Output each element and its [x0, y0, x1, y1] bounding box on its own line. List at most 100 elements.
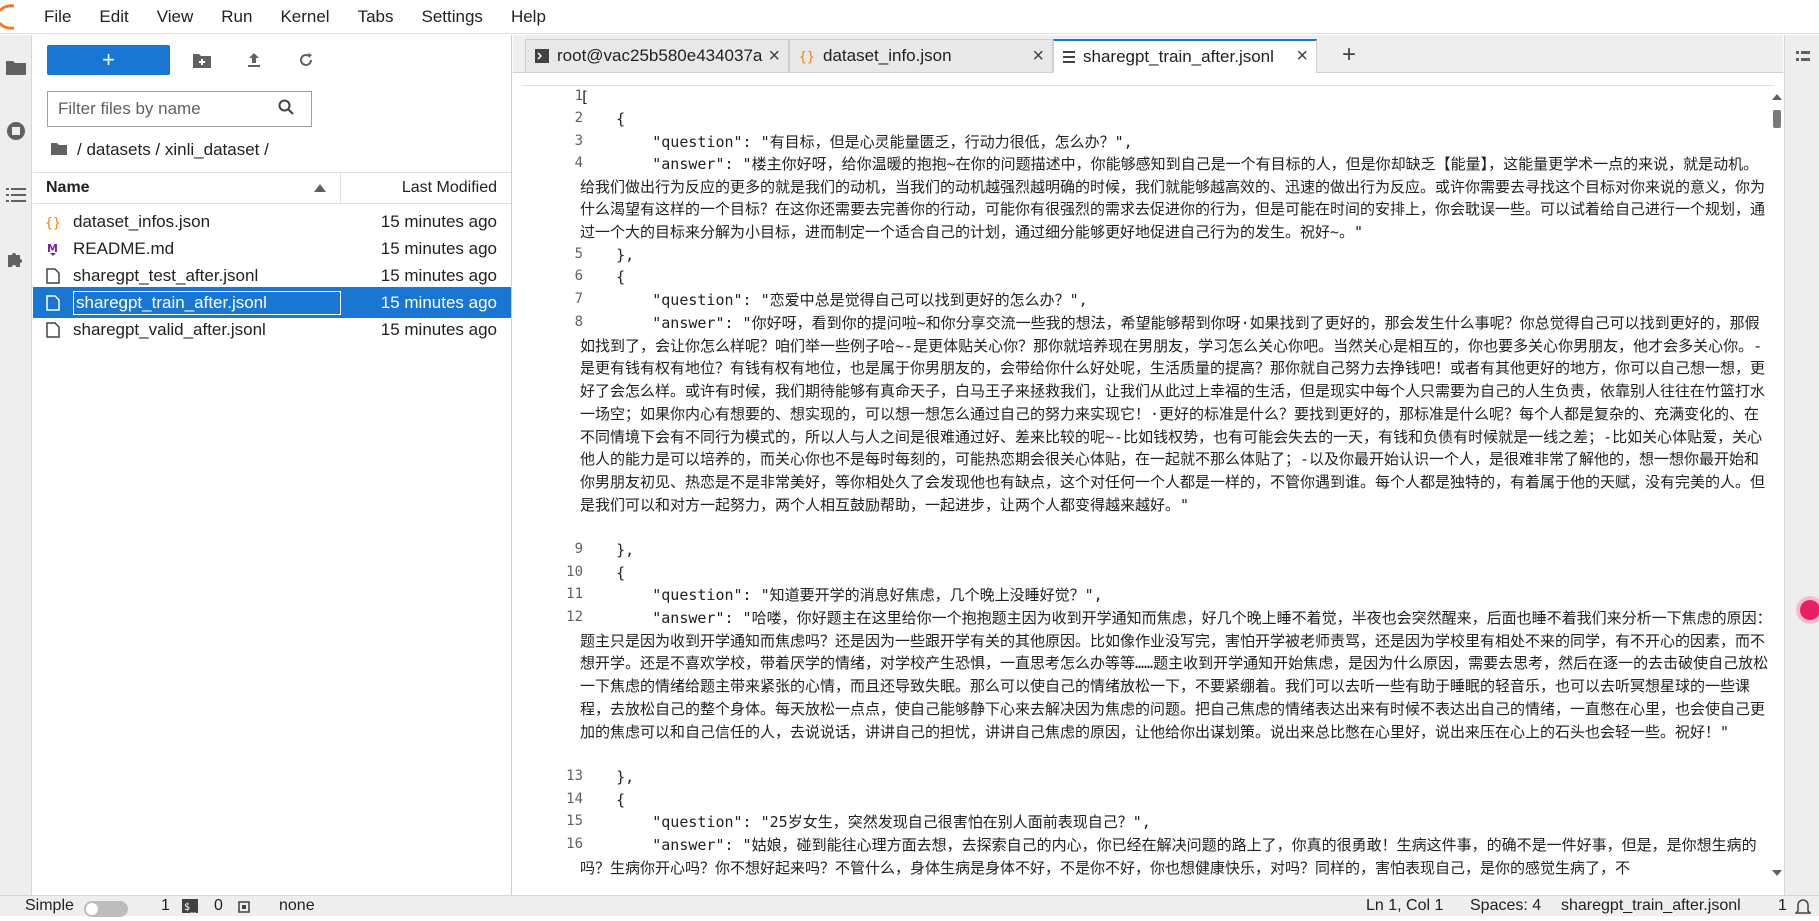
bell-icon[interactable]: [1794, 898, 1812, 921]
code-line: "question": "恋爱中总是觉得自己可以找到更好的怎么办？",: [580, 291, 1088, 309]
tab-terminal[interactable]: root@vac25b580e434037a ×: [525, 39, 789, 73]
file-browser-toolbar: +: [47, 44, 326, 76]
file-modified: 15 minutes ago: [380, 265, 497, 285]
code-editor[interactable]: 1 2 3 4 5 6 7 8 9 10 11 12 13 14 15 16 […: [513, 74, 1783, 886]
code-line: {: [580, 564, 626, 582]
home-folder-icon[interactable]: [51, 140, 67, 160]
filter-files-input[interactable]: [58, 99, 278, 119]
scroll-thumb[interactable]: [1773, 110, 1781, 128]
code-line: {: [580, 791, 626, 809]
menu-tabs[interactable]: Tabs: [344, 0, 408, 34]
menu-run[interactable]: Run: [207, 0, 266, 34]
breadcrumb: / datasets / xinli_dataset /: [51, 135, 269, 165]
search-icon: [278, 99, 294, 120]
editor-divider: [521, 74, 1775, 86]
json-icon: {}: [33, 214, 73, 230]
file-name: sharegpt_test_after.jsonl: [73, 265, 259, 285]
breadcrumb-path[interactable]: / datasets / xinli_dataset /: [77, 140, 269, 160]
simple-mode-toggle[interactable]: [84, 901, 128, 917]
file-name: dataset_infos.json: [73, 211, 211, 231]
status-filename: sharegpt_train_after.jsonl: [1561, 897, 1741, 914]
menu-edit[interactable]: Edit: [85, 0, 142, 34]
close-icon[interactable]: ×: [768, 45, 780, 68]
file-modified: 15 minutes ago: [380, 292, 497, 312]
scroll-down-icon[interactable]: [1770, 868, 1783, 878]
add-tab-button[interactable]: +: [1333, 39, 1365, 71]
jupyter-logo-icon: [0, 0, 40, 34]
svg-text:{}: {}: [45, 216, 61, 230]
upload-icon[interactable]: [234, 45, 274, 75]
file-browser: + / datasets / xinli_dataset / Name Last…: [33, 35, 512, 895]
file-row[interactable]: sharegpt_valid_after.jsonl 15 minutes ag…: [33, 314, 511, 345]
code-line: "question": "知道要开学的消息好焦虑，几个晚上没睡好觉？",: [580, 586, 1103, 604]
kernel-icon[interactable]: [236, 899, 252, 920]
file-name: sharegpt_valid_after.jsonl: [73, 319, 266, 339]
markdown-icon: M: [33, 241, 73, 257]
running-icon[interactable]: [0, 99, 32, 163]
input-method-icon[interactable]: [1795, 595, 1819, 630]
file-icon: [33, 321, 73, 338]
file-list-header: Name Last Modified: [33, 172, 511, 204]
new-launcher-button[interactable]: +: [47, 45, 170, 75]
new-folder-icon[interactable]: [182, 45, 222, 75]
file-name: README.md: [73, 238, 175, 258]
editor-scrollbar[interactable]: [1770, 92, 1783, 878]
sort-ascending-icon: [314, 179, 326, 197]
tab-label: sharegpt_train_after.jsonl: [1083, 46, 1274, 66]
code-line: {: [580, 110, 626, 128]
code-line: },: [580, 541, 635, 559]
file-icon: [33, 294, 73, 311]
file-icon: [33, 267, 73, 284]
code-line: "question": "有目标，但是心灵能量匮乏，行动力很低，怎么办？",: [580, 133, 1133, 151]
code-line: "answer": "哈喽，你好题主在这里给你一个抱抱题主因为收到开学通知而焦虑…: [580, 609, 1772, 741]
menu-bar: File Edit View Run Kernel Tabs Settings …: [0, 0, 1819, 34]
tab-label: root@vac25b580e434037a: [557, 46, 763, 65]
property-inspector-icon[interactable]: [1794, 49, 1810, 70]
simple-mode-label: Simple: [25, 897, 74, 914]
close-icon[interactable]: ×: [1032, 45, 1044, 68]
tab-sharegpt-train[interactable]: sharegpt_train_after.jsonl ×: [1053, 39, 1317, 73]
scroll-up-icon[interactable]: [1770, 92, 1783, 102]
code-line: },: [580, 768, 635, 786]
column-modified-header[interactable]: Last Modified: [341, 179, 511, 197]
column-name-label: Name: [46, 179, 90, 196]
notification-count[interactable]: 1: [1778, 897, 1787, 915]
filter-files-field[interactable]: [47, 91, 312, 127]
toc-icon[interactable]: [0, 163, 32, 227]
left-sidebar: [0, 35, 32, 895]
menu-settings[interactable]: Settings: [408, 0, 497, 34]
extension-icon[interactable]: [0, 227, 32, 291]
column-name-header[interactable]: Name: [33, 173, 341, 203]
status-bar: Simple 1 $_ 0 none Ln 1, Col 1 Spaces: 4…: [0, 895, 1819, 918]
tab-dataset-info[interactable]: {} dataset_info.json ×: [789, 39, 1053, 73]
cursor-position[interactable]: Ln 1, Col 1: [1366, 897, 1443, 915]
code-line: "answer": "楼主你好呀，给你温暖的抱抱~在你的问题描述中，你能够感知到…: [580, 155, 1766, 242]
refresh-icon[interactable]: [286, 45, 326, 75]
code-line: "question": "25岁女生，突然发现自己很害怕在别人面前表现自己？",: [580, 813, 1151, 831]
file-modified: 15 minutes ago: [380, 319, 497, 339]
folder-icon[interactable]: [0, 35, 32, 99]
menu-view[interactable]: View: [143, 0, 208, 34]
terminal-icon: [535, 49, 549, 63]
file-name-rename-field[interactable]: sharegpt_train_after.jsonl: [73, 290, 343, 315]
close-icon[interactable]: ×: [1296, 45, 1308, 68]
json-icon: {}: [799, 48, 815, 64]
code-line: {: [580, 268, 626, 286]
terminal-icon[interactable]: $_: [182, 899, 198, 918]
terminal-count: 1: [161, 897, 170, 914]
tab-label: dataset_info.json: [823, 46, 952, 65]
svg-text:{}: {}: [799, 50, 815, 64]
menu-help[interactable]: Help: [497, 0, 560, 34]
kernel-count: 0: [214, 897, 223, 914]
file-modified: 15 minutes ago: [380, 238, 497, 258]
code-line: "answer": "姑娘，碰到能往心理方面去想，去探索自己的内心，你已经在解决…: [580, 836, 1757, 877]
code-line: "answer": "你好呀，看到你的提问啦~和你分享交流一些我的想法，希望能够…: [580, 314, 1766, 514]
file-name[interactable]: sharegpt_train_after.jsonl: [73, 290, 341, 315]
indent-spaces[interactable]: Spaces: 4: [1470, 897, 1541, 915]
right-sidebar: [1784, 35, 1819, 895]
kernel-name[interactable]: none: [279, 897, 315, 915]
editor-tab-bar: root@vac25b580e434037a × {} dataset_info…: [513, 35, 1783, 73]
menu-kernel[interactable]: Kernel: [266, 0, 343, 34]
menu-file[interactable]: File: [40, 0, 85, 34]
code-line: },: [580, 246, 635, 264]
